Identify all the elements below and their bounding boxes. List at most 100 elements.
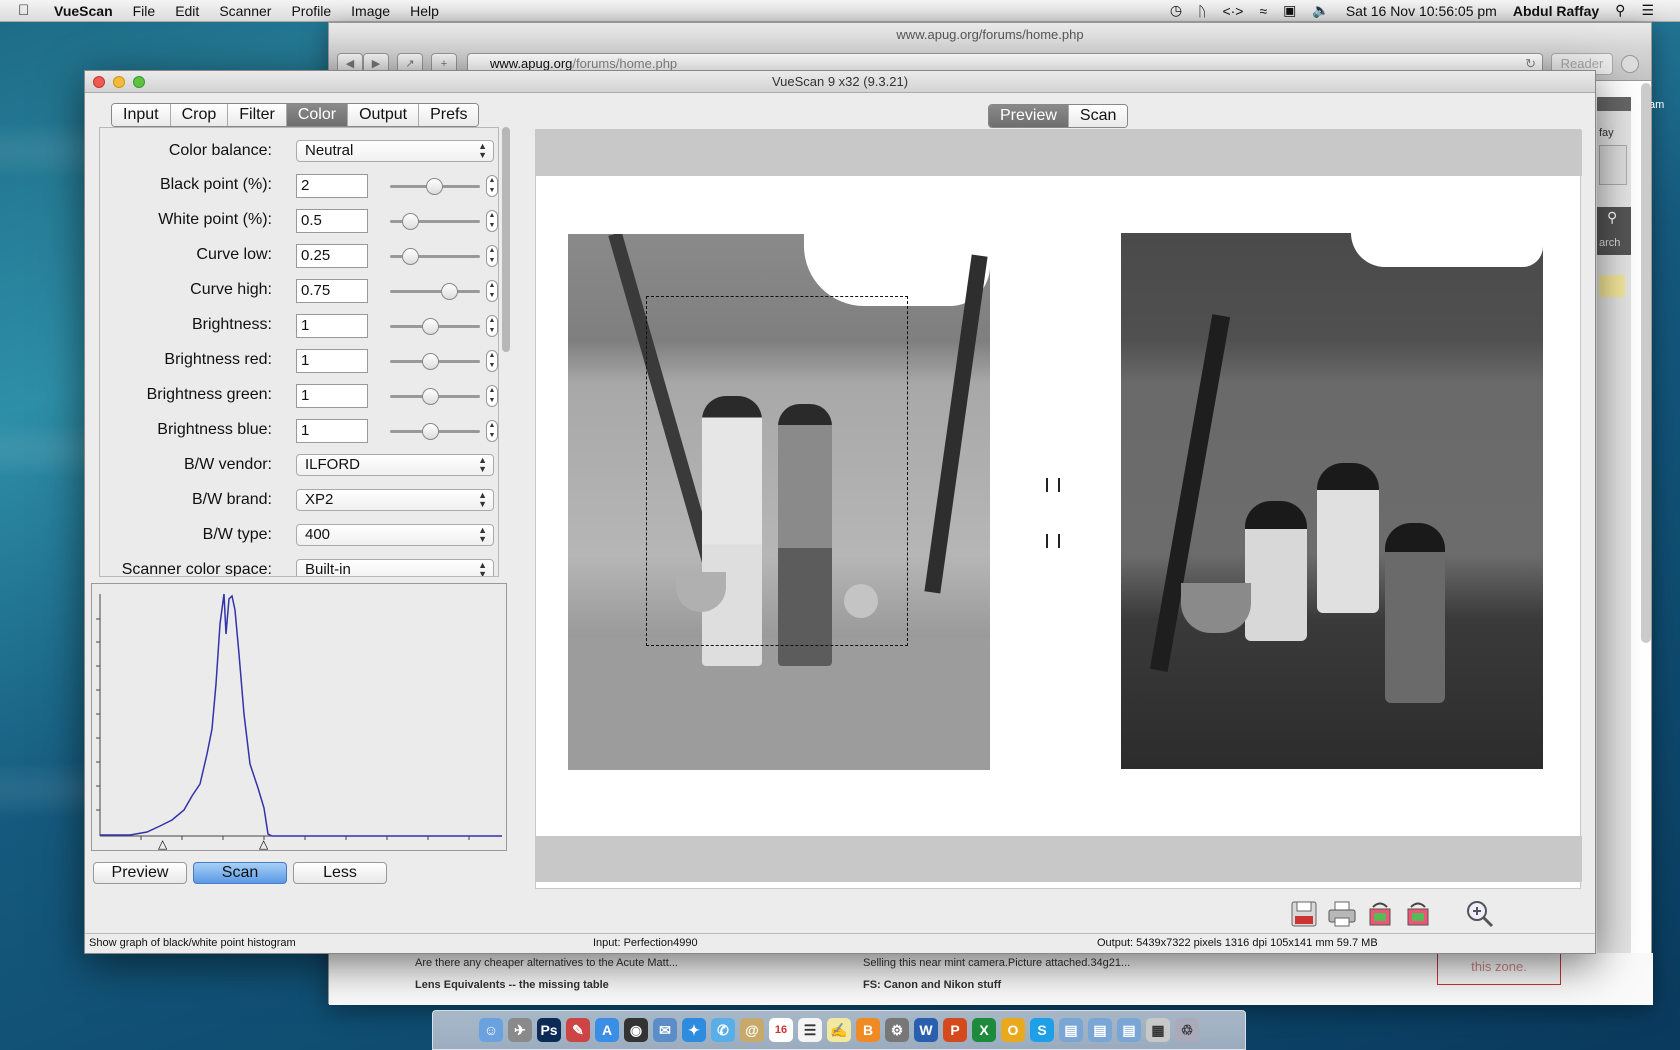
word-icon[interactable]: W [914, 1018, 938, 1042]
brightness-input[interactable]: 1 [296, 314, 368, 338]
tab-prefs[interactable]: Prefs [419, 104, 479, 126]
brightness-blue-stepper[interactable]: ▲ ▼ [486, 420, 498, 442]
launchpad-icon[interactable]: ✈ [508, 1018, 532, 1042]
ibooks-icon[interactable]: B [856, 1018, 880, 1042]
clock[interactable]: Sat 16 Nov 10:56:05 pm [1338, 3, 1505, 19]
black-point-marker-icon[interactable]: △ [158, 837, 168, 851]
menu-edit[interactable]: Edit [165, 3, 209, 19]
slider-knob[interactable] [422, 318, 439, 335]
bw-vendor-select[interactable]: ILFORD ▲ ▼ [296, 454, 494, 476]
dashboard-icon[interactable]: ◉ [624, 1018, 648, 1042]
zoom-in-icon[interactable] [1465, 899, 1495, 929]
keyboard-icon[interactable]: ▣ [1275, 2, 1304, 19]
finder-icon[interactable]: ☺ [479, 1018, 503, 1042]
excel-icon[interactable]: X [972, 1018, 996, 1042]
time-machine-icon[interactable]: ◷ [1162, 2, 1190, 19]
slider-knob[interactable] [422, 423, 439, 440]
brightness-green-stepper[interactable]: ▲ ▼ [486, 385, 498, 407]
rotate-left-icon[interactable] [1365, 899, 1395, 929]
crop-box[interactable] [646, 296, 908, 646]
brightness-green-input[interactable]: 1 [296, 384, 368, 408]
less-button[interactable]: Less [293, 862, 387, 884]
menu-scanner[interactable]: Scanner [209, 3, 281, 19]
black-point-stepper[interactable]: ▲ ▼ [486, 175, 498, 197]
downloads-folder-icon[interactable]: ▤ [1117, 1018, 1141, 1042]
photoshop-icon[interactable]: Ps [537, 1018, 561, 1042]
applications-folder-icon[interactable]: ▤ [1059, 1018, 1083, 1042]
slider-knob[interactable] [422, 353, 439, 370]
forum-row[interactable]: FS: Canon and Nikon stuff [863, 979, 1001, 991]
spotlight-icon[interactable]: ⚲ [1607, 2, 1633, 19]
documents-folder-icon[interactable]: ▤ [1088, 1018, 1112, 1042]
browser-scrollbar[interactable] [1641, 83, 1651, 643]
skype-icon[interactable]: S [1030, 1018, 1054, 1042]
preview-area[interactable] [535, 129, 1582, 889]
zoom-icon[interactable] [133, 76, 145, 88]
volume-icon[interactable]: 🔈 [1304, 2, 1337, 19]
forum-row[interactable]: Are there any cheaper alternatives to th… [415, 957, 678, 969]
search-box[interactable]: ⚲ arch [1597, 207, 1631, 255]
forum-row[interactable]: Selling this near mint camera.Picture at… [863, 957, 1130, 969]
preview-frame-right[interactable] [1121, 233, 1543, 769]
bluetooth-icon[interactable]: ᚢ [1190, 3, 1214, 19]
slider-knob[interactable] [422, 388, 439, 405]
bw-type-select[interactable]: 400 ▲ ▼ [296, 524, 494, 546]
preview-button[interactable]: Preview [93, 862, 187, 884]
messages-icon[interactable]: ✆ [711, 1018, 735, 1042]
print-icon[interactable] [1327, 899, 1357, 929]
tab-input[interactable]: Input [112, 104, 171, 126]
tab-filter[interactable]: Filter [228, 104, 287, 126]
app-store-icon[interactable]: A [595, 1018, 619, 1042]
calendar-icon[interactable]: 16 [769, 1018, 793, 1042]
brightness-blue-input[interactable]: 1 [296, 419, 368, 443]
downloads-icon[interactable] [1621, 55, 1639, 73]
slider-knob[interactable] [426, 178, 443, 195]
menu-image[interactable]: Image [341, 3, 400, 19]
color-balance-select[interactable]: Neutral ▲ ▼ [296, 140, 494, 162]
code-icon[interactable]: <·> [1214, 3, 1251, 19]
folder-icon[interactable]: ▦ [1146, 1018, 1170, 1042]
black-point-input[interactable]: 2 [296, 174, 368, 198]
save-icon[interactable] [1289, 899, 1319, 929]
white-point-marker-icon[interactable]: △ [259, 837, 269, 851]
safari-icon[interactable]: ✦ [682, 1018, 706, 1042]
forum-row[interactable]: Lens Equivalents -- the missing table [415, 979, 609, 991]
curve-high-stepper[interactable]: ▲ ▼ [486, 280, 498, 302]
preview-app-icon[interactable]: ✎ [566, 1018, 590, 1042]
options-scrollbar[interactable] [502, 127, 510, 352]
rotate-right-icon[interactable] [1403, 899, 1433, 929]
white-point-stepper[interactable]: ▲ ▼ [486, 210, 498, 232]
menu-profile[interactable]: Profile [281, 3, 341, 19]
notes-icon[interactable]: ✍ [827, 1018, 851, 1042]
brightness-stepper[interactable]: ▲ ▼ [486, 315, 498, 337]
curve-high-slider[interactable] [390, 290, 480, 293]
tab-scan[interactable]: Scan [1068, 105, 1128, 127]
slider-knob[interactable] [441, 283, 458, 300]
outlook-icon[interactable]: O [1001, 1018, 1025, 1042]
close-icon[interactable] [93, 76, 105, 88]
minimize-icon[interactable] [113, 76, 125, 88]
contacts-icon[interactable]: @ [740, 1018, 764, 1042]
powerpoint-icon[interactable]: P [943, 1018, 967, 1042]
system-preferences-icon[interactable]: ⚙ [885, 1018, 909, 1042]
menu-help[interactable]: Help [400, 3, 449, 19]
scanner-color-space-select[interactable]: Built-in ▲ ▼ [296, 559, 494, 576]
apple-icon[interactable]:  [18, 2, 40, 19]
tab-preview[interactable]: Preview [989, 105, 1069, 127]
menu-file[interactable]: File [123, 3, 166, 19]
slider-knob[interactable] [402, 213, 419, 230]
menu-app-name[interactable]: VueScan [40, 3, 123, 19]
brightness-red-stepper[interactable]: ▲ ▼ [486, 350, 498, 372]
trash-icon[interactable]: ♲ [1175, 1018, 1199, 1042]
tab-color[interactable]: Color [286, 104, 349, 126]
slider-knob[interactable] [402, 248, 419, 265]
tab-output[interactable]: Output [348, 104, 420, 126]
white-point-input[interactable]: 0.5 [296, 209, 368, 233]
reminders-icon[interactable]: ☰ [798, 1018, 822, 1042]
tab-crop[interactable]: Crop [170, 104, 229, 126]
user-name[interactable]: Abdul Raffay [1505, 3, 1607, 19]
curve-low-stepper[interactable]: ▲ ▼ [486, 245, 498, 267]
brightness-red-input[interactable]: 1 [296, 349, 368, 373]
mail-icon[interactable]: ✉ [653, 1018, 677, 1042]
scan-button[interactable]: Scan [193, 862, 287, 884]
